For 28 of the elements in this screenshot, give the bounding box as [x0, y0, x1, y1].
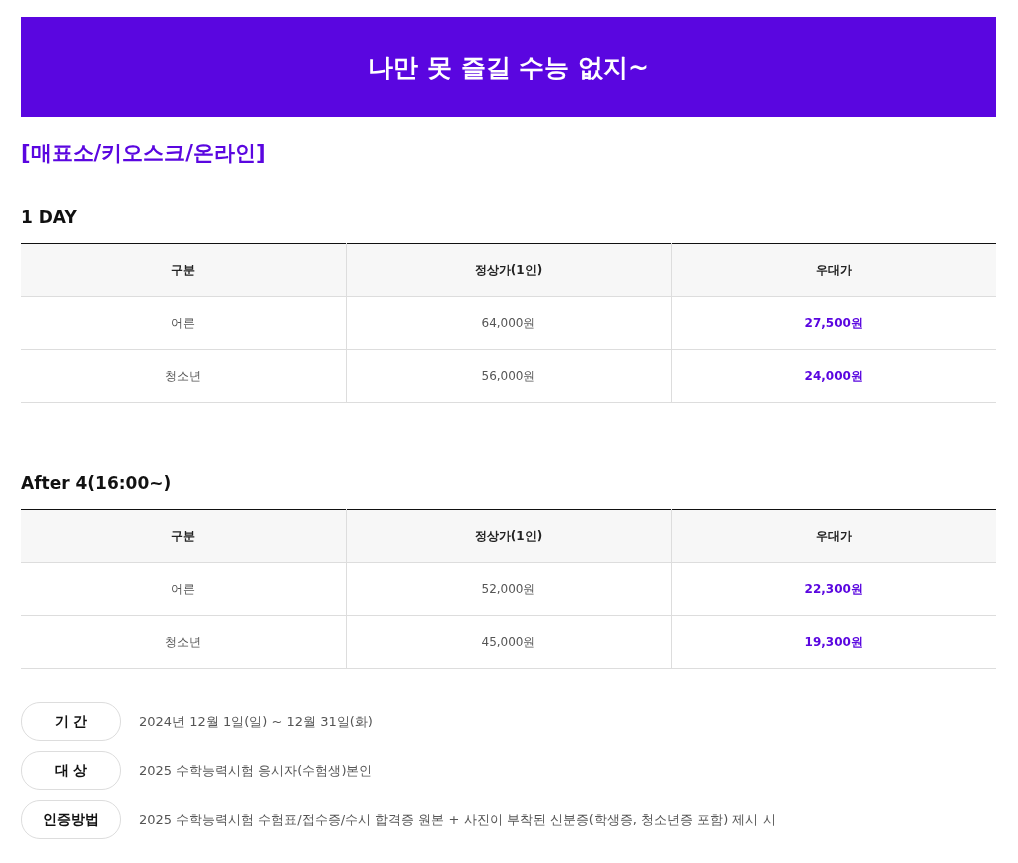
table-cell: 청소년 [21, 615, 346, 669]
table-cell: 19,300원 [671, 615, 996, 669]
table-cell: 27,500원 [671, 296, 996, 350]
table-cell: 64,000원 [346, 296, 671, 350]
info-value: 2025 수학능력시험 응시자(수험생)본인 [139, 761, 373, 780]
table-header: 우대가 [671, 509, 996, 563]
table-header: 정상가(1인) [346, 509, 671, 563]
channel-heading: [매표소/키오스크/온라인] [21, 140, 267, 167]
info-label: 기 간 [21, 702, 121, 741]
table-cell: 52,000원 [346, 562, 671, 616]
table-header: 우대가 [671, 243, 996, 297]
table-cell: 24,000원 [671, 349, 996, 403]
info-value: 2025 수학능력시험 수험표/접수증/수시 합격증 원본 + 사진이 부착된 신분증(학생증, 청소년증 포함) 제시 시 [139, 810, 776, 829]
banner-title: 나만 못 즐길 수능 없지~ [368, 51, 649, 84]
table-header: 구분 [21, 243, 346, 297]
info-label: 인증방법 [21, 800, 121, 839]
table-cell: 청소년 [21, 349, 346, 403]
info-label: 대 상 [21, 751, 121, 790]
table-cell: 45,000원 [346, 615, 671, 669]
info-value: 2024년 12월 1일(일) ~ 12월 31일(화) [139, 712, 373, 731]
section-title: 1 DAY [21, 207, 78, 227]
table-header: 정상가(1인) [346, 243, 671, 297]
table-cell: 어른 [21, 562, 346, 616]
section-title: After 4(16:00~) [21, 473, 173, 493]
table-header: 구분 [21, 509, 346, 563]
table-cell: 어른 [21, 296, 346, 350]
table-cell: 56,000원 [346, 349, 671, 403]
table-cell: 22,300원 [671, 562, 996, 616]
